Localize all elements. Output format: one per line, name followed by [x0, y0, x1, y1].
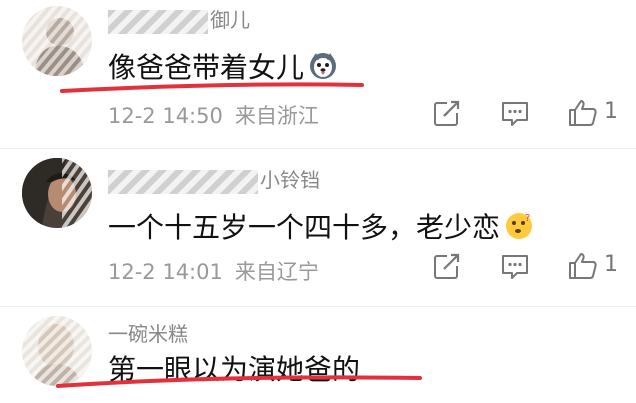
comment-meta: 12-2 14:01 来自辽宁 [108, 256, 331, 286]
reply-icon[interactable] [500, 98, 530, 128]
thumbs-up-icon[interactable] [568, 251, 598, 281]
comment-item: 小铃铛 一个十五岁一个四十多，老少恋 ? 12-2 14:01 来自辽宁 1 [0, 148, 636, 306]
avatar[interactable] [22, 158, 92, 228]
husky-emoji-icon [310, 53, 337, 79]
username[interactable]: 御儿 [108, 4, 250, 34]
comment-text: 第一眼以为演她爸的 [108, 353, 361, 386]
username-blur [108, 9, 208, 34]
username[interactable]: 小铃铛 [108, 164, 320, 194]
thumbs-up-icon[interactable] [568, 98, 598, 128]
comment-item: 一碗米糕 第一眼以为演她爸的 [0, 306, 636, 403]
thinking-emoji-icon: ? [506, 213, 533, 239]
like-count: 1 [604, 99, 618, 124]
avatar[interactable] [22, 316, 92, 386]
comment-date: 12-2 14:01 [108, 260, 223, 284]
share-icon[interactable] [432, 98, 462, 128]
comment-text: 一个十五岁一个四十多，老少恋 ? [108, 206, 534, 246]
comment-location: 来自浙江 [234, 104, 319, 128]
share-icon[interactable] [432, 251, 462, 281]
comment-date: 12-2 14:50 [108, 104, 223, 128]
comment-text: 像爸爸带着女儿 [108, 46, 338, 86]
avatar[interactable] [22, 6, 92, 76]
comment-location: 来自辽宁 [234, 260, 319, 284]
reply-icon[interactable] [500, 251, 530, 281]
username-blur [108, 169, 258, 194]
like-count: 1 [604, 252, 618, 277]
comment-item: 御儿 像爸爸带着女儿 12-2 14:50 来自浙江 1 [0, 0, 636, 148]
username[interactable]: 一碗米糕 [108, 318, 188, 347]
svg-text:?: ? [525, 213, 530, 224]
comment-meta: 12-2 14:50 来自浙江 [108, 100, 331, 130]
